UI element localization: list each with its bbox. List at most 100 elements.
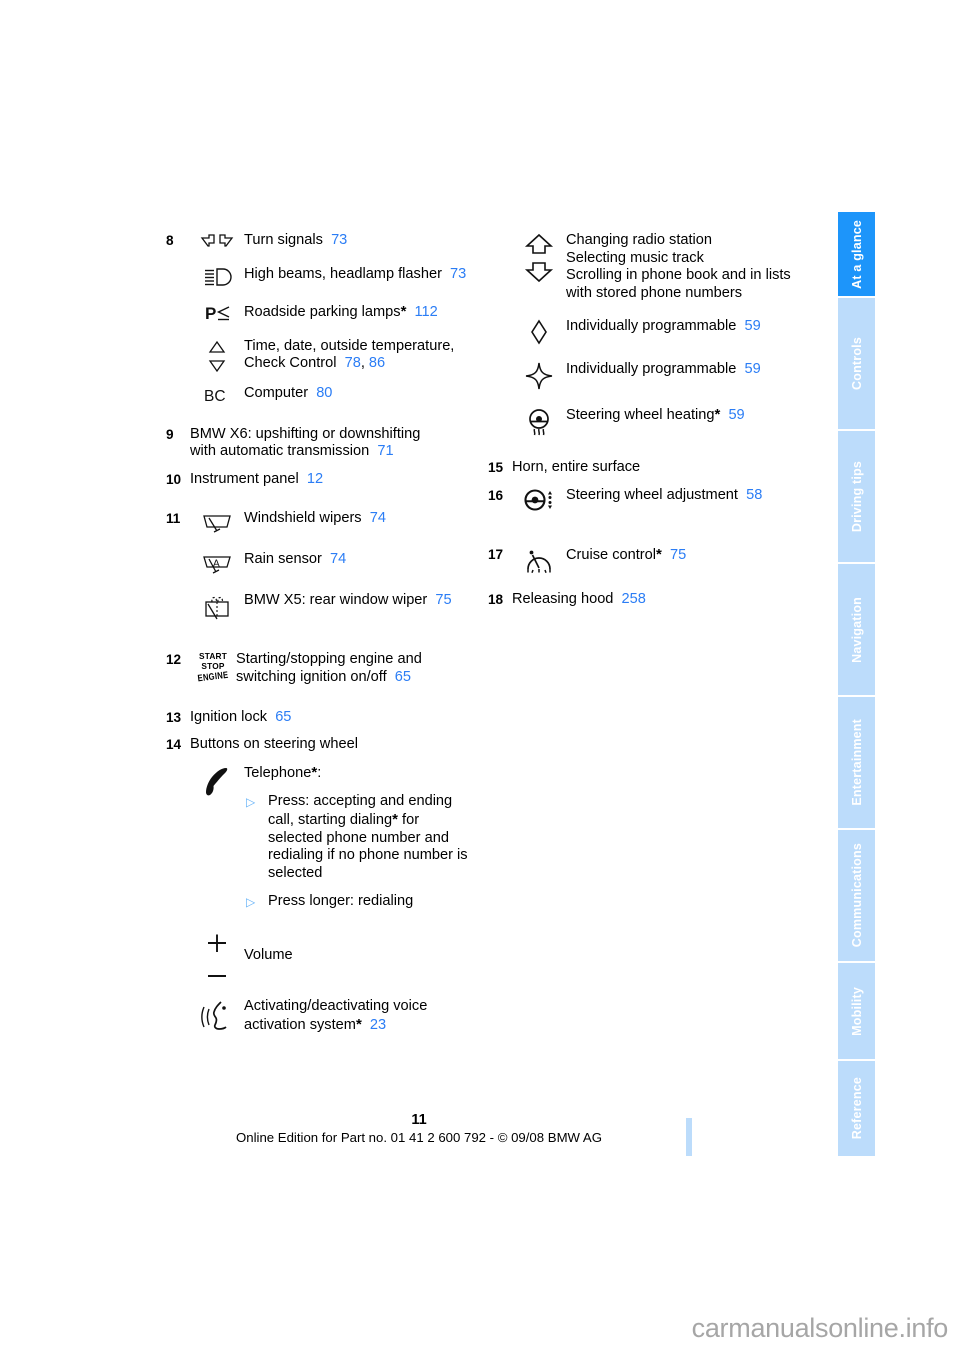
turn-signals-icon [190, 232, 244, 249]
legend-row-cruise-control: Cruise control* 75 [512, 546, 808, 575]
rail-tab-navigation[interactable]: Navigation [838, 564, 875, 697]
legend-row-text: Roadside parking lamps* 112 [244, 303, 486, 322]
page-reference[interactable]: 258 [622, 591, 646, 607]
item-number: 10 [166, 471, 182, 487]
legend-row-time-date-check-control: Time, date, outside temperature, Check C… [190, 338, 486, 375]
legend-row-text: Windshield wipers 74 [244, 510, 486, 528]
rail-tab-entertainment[interactable]: Entertainment [838, 697, 875, 830]
bullet-text: Press longer: redialing [268, 893, 414, 910]
bullet-triangle-icon: ▷ [246, 895, 256, 910]
page-reference[interactable]: 65 [395, 669, 411, 685]
legend-row-text: Individually programmable 59 [566, 318, 808, 336]
scroll-line-3: Scrolling in phone book and in lists [566, 267, 791, 284]
page-reference[interactable]: 112 [415, 304, 438, 320]
page-reference[interactable]: 78 [345, 355, 361, 371]
plus-minus-volume-icon [190, 933, 244, 982]
cruise-control-icon [512, 546, 566, 575]
item-number-placeholder [488, 232, 512, 437]
legend-label-line1: Activating/deactivating voice [244, 998, 428, 1015]
start-stop-engine-icon: START STOP ENGINE [190, 651, 236, 684]
legend-row-text: Rain sensor 74 [244, 551, 486, 569]
label-suffix: : [317, 764, 322, 781]
up-down-triangles-icon [190, 338, 244, 375]
rail-tab-mobility[interactable]: Mobility [838, 963, 875, 1061]
scroll-line-4: with stored phone numbers [566, 284, 743, 301]
legend-item-8: 8 Turn signals 73 High beams, headlamp f… [166, 232, 486, 405]
legend-label: Individually programmable [566, 318, 737, 335]
legend-item-14: 14 Buttons on steering wheel Telephone *: [166, 736, 486, 1034]
site-watermark: carmanualsonline.info [691, 1313, 949, 1343]
legend-row-windshield-wipers: Windshield wipers 74 [190, 510, 486, 535]
rail-tab-label: Driving tips [849, 460, 864, 533]
legend-item-16: 16 Steering wheel adjustment 58 [488, 487, 808, 516]
item-number: 16 [488, 487, 504, 503]
telephone-handset-icon [190, 764, 244, 799]
steering-wheel-adjustment-icon [512, 487, 566, 516]
legend-label: Horn, entire surface [512, 459, 641, 476]
page-reference[interactable]: 59 [728, 407, 744, 423]
legend-label-line1: BMW X6: upshifting or downshifting [190, 425, 421, 442]
legend-label: Steering wheel adjustment [566, 486, 738, 503]
page-reference[interactable]: 73 [331, 232, 347, 248]
page-reference[interactable]: 75 [435, 592, 451, 608]
scroll-line-1: Changing radio station [566, 232, 713, 248]
legend-label: Cruise control [566, 546, 657, 563]
legend-row-individually-programmable-diamond: Individually programmable 59 [512, 318, 808, 345]
svg-text:BC: BC [204, 388, 226, 405]
steering-wheel-heating-icon [512, 406, 566, 437]
rail-tab-driving-tips[interactable]: Driving tips [838, 431, 875, 564]
legend-row-text: Time, date, outside temperature, Check C… [244, 338, 486, 373]
footer-accent-bar [686, 1118, 692, 1156]
page-reference[interactable]: 65 [275, 709, 291, 725]
legend-label: BMW X5: rear window wiper [244, 592, 428, 609]
page-reference[interactable]: 58 [746, 487, 762, 503]
rail-tab-reference[interactable]: Reference [838, 1061, 875, 1156]
rail-tab-label: Mobility [849, 986, 864, 1036]
legend-row-voice-activation: Activating/deactivating voice activation… [190, 998, 486, 1034]
page-reference[interactable]: 74 [370, 510, 386, 526]
legend-row-text: Telephone*: ▷ Press: accepting and endin… [244, 764, 486, 912]
left-column: 8 Turn signals 73 High beams, headlamp f… [166, 232, 486, 1035]
legend-label: Windshield wipers [244, 510, 362, 527]
page-reference[interactable]: 73 [450, 266, 466, 282]
arrow-up-outline-icon [524, 233, 554, 255]
page-reference[interactable]: 12 [307, 471, 323, 487]
legend-item-18: 18 Releasing hood 258 [488, 591, 808, 609]
bullet-line-2: call, starting dialing [268, 811, 393, 828]
page-reference[interactable]: 59 [744, 361, 760, 377]
legend-label: Volume [244, 947, 293, 964]
page-reference[interactable]: 59 [744, 318, 760, 334]
legend-row-steering-wheel-adjustment: Steering wheel adjustment 58 [512, 487, 808, 516]
legend-row-start-stop-engine: START STOP ENGINE Starting/stopping engi… [190, 651, 486, 686]
legend-label-line2: switching ignition on/off [236, 668, 387, 685]
legend-label: High beams, headlamp flasher [244, 265, 442, 282]
four-point-star-icon [512, 361, 566, 390]
legend-row-steering-wheel-heating: Steering wheel heating* 59 [512, 406, 808, 437]
legend-item-17: 17 Cruise control* 75 [488, 546, 808, 575]
legend-row-text: BMW X5: rear window wiper 75 [244, 592, 486, 610]
rail-tab-label: Navigation [849, 596, 864, 663]
rail-tab-communications[interactable]: Communications [838, 830, 875, 963]
optional-marker: * [714, 406, 721, 424]
rail-tab-at-a-glance[interactable]: At a glance [838, 212, 875, 298]
page-reference[interactable]: 74 [330, 551, 346, 567]
page-reference[interactable]: 80 [316, 385, 332, 401]
legend-item-15: 15 Horn, entire surface [488, 459, 808, 477]
page-ref-separator: , [360, 355, 369, 372]
legend-label-line1: Time, date, outside temperature, [244, 337, 455, 354]
legend-row-text: Individually programmable 59 [566, 361, 808, 379]
page-reference[interactable]: 23 [370, 1017, 386, 1033]
arrow-down-outline-icon [524, 261, 554, 283]
rear-window-wiper-icon [190, 592, 244, 621]
legend-label-line1: Starting/stopping engine and [236, 651, 422, 668]
page-reference-secondary[interactable]: 86 [369, 355, 385, 371]
high-beams-icon [190, 266, 244, 287]
page-reference[interactable]: 71 [377, 443, 393, 459]
page-reference[interactable]: 75 [670, 547, 686, 563]
rail-tab-controls[interactable]: Controls [838, 298, 875, 431]
legend-label: Individually programmable [566, 361, 737, 378]
legend-row-text: Steering wheel adjustment 58 [566, 487, 808, 505]
item-number: 9 [166, 426, 174, 442]
bullet-line-5: selected [268, 864, 323, 881]
manual-page: At a glance Controls Driving tips Naviga… [0, 0, 960, 1358]
